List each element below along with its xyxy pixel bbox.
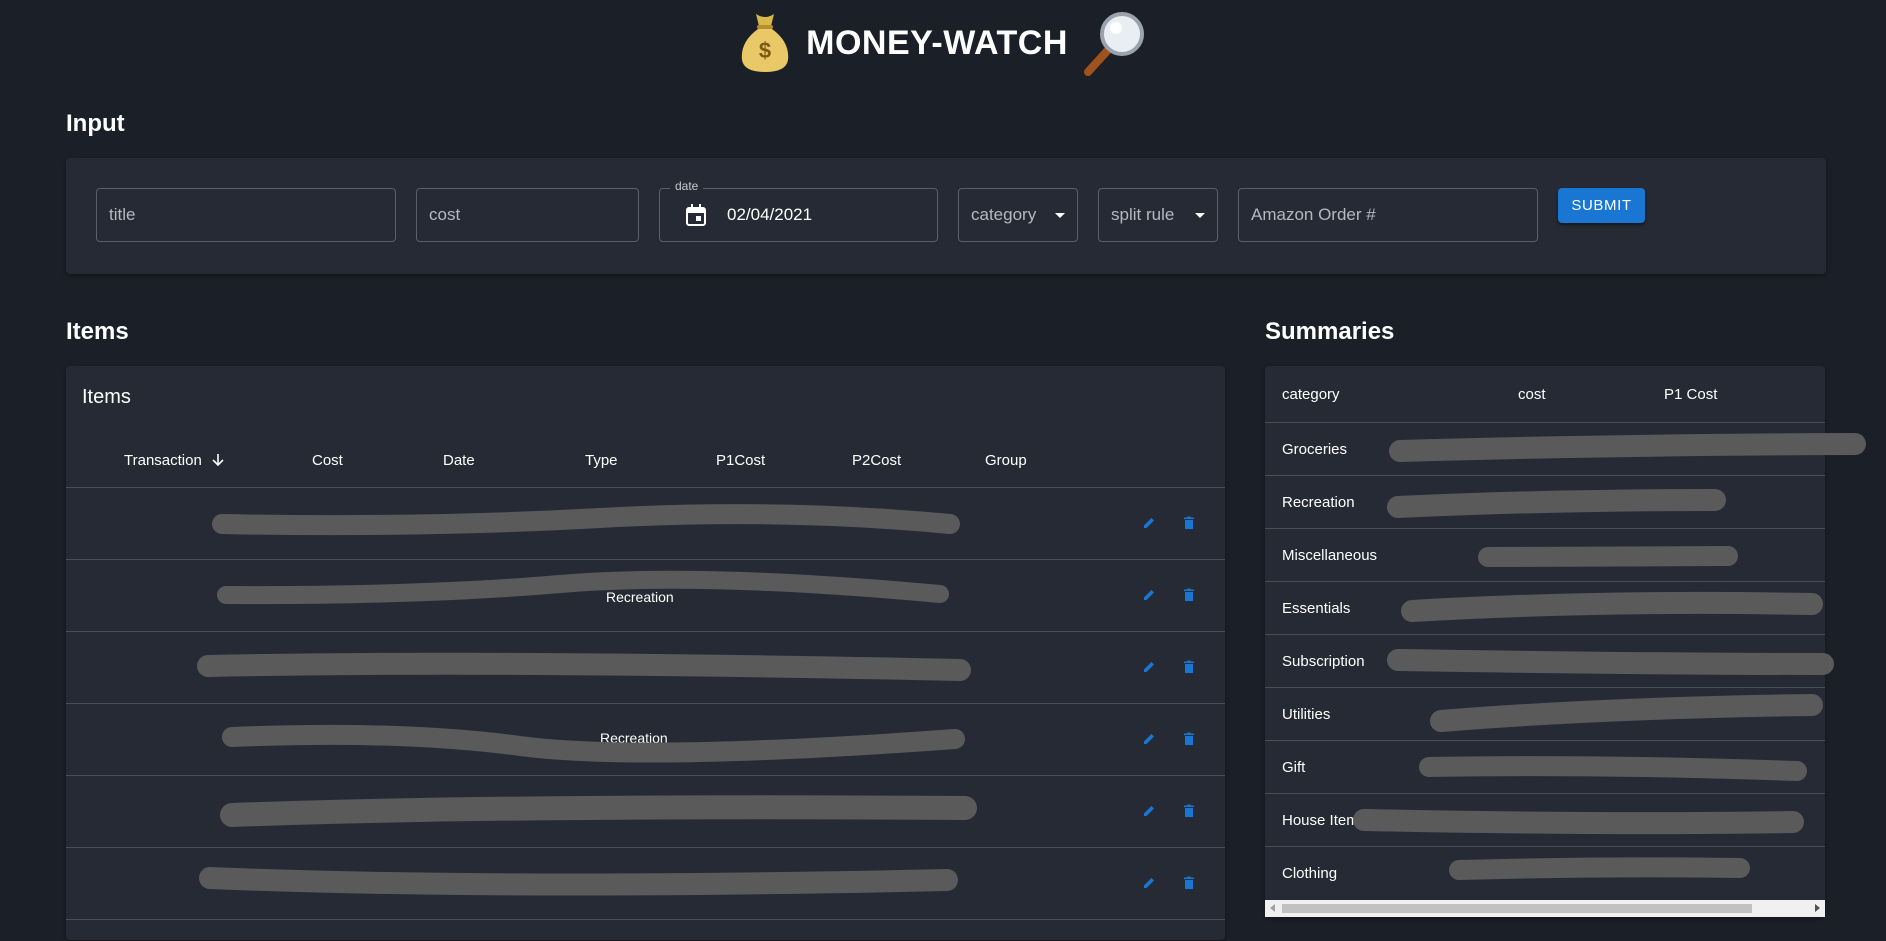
redaction-overlay — [197, 433, 1866, 896]
redaction-marks — [197, 433, 1866, 896]
